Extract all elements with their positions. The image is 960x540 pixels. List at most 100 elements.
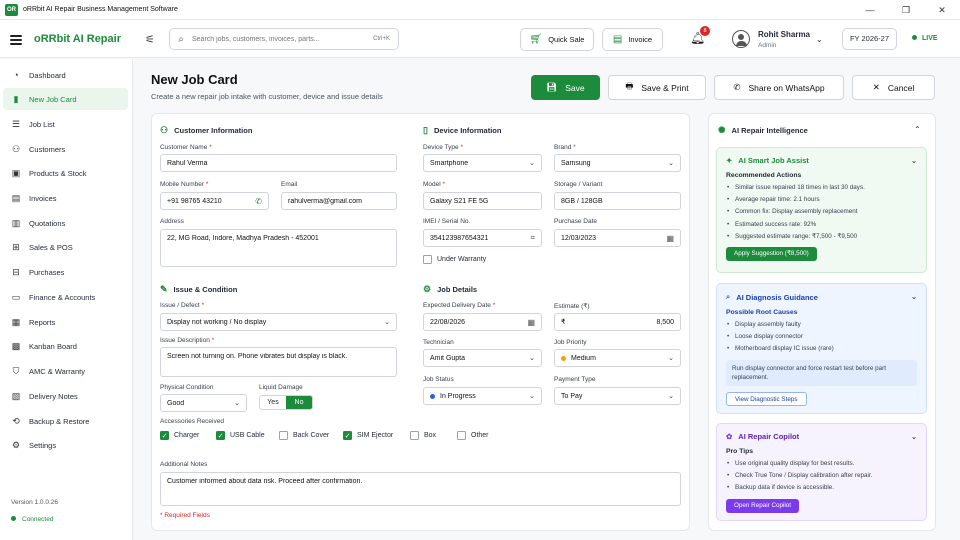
save-button[interactable]: 💾︎ Save <box>531 75 600 100</box>
sidebar-item-reports[interactable]: ▦ Reports <box>3 311 128 333</box>
chevron-down-icon: ⌄ <box>668 160 674 167</box>
chevron-up-icon[interactable]: ⌃ <box>914 125 921 134</box>
magnifier-icon: ⌕ <box>726 292 731 301</box>
technician-select[interactable]: Amit Gupta ⌄ <box>423 349 542 367</box>
mobile-field[interactable]: +91 98765 43210 ✆ <box>160 192 269 210</box>
notes-field[interactable]: Customer informed about data risk. Proce… <box>160 472 681 506</box>
liquid-damage-no[interactable]: No <box>286 396 312 409</box>
defect-select[interactable]: Display not working / No display ⌄ <box>160 313 397 331</box>
sidebar-item-dashboard[interactable]: ◔ Dashboard <box>3 64 128 86</box>
quick-sale-button[interactable]: 🛒︎ Quick Sale <box>520 28 594 51</box>
calendar-icon[interactable]: ▦ <box>666 234 674 243</box>
sidebar-item-products-stock[interactable]: ▣ Products & Stock <box>3 162 128 184</box>
storage-field[interactable]: 8GB / 128GB <box>554 192 681 210</box>
chevron-down-icon[interactable]: ⌄ <box>816 35 823 44</box>
sidebar-item-settings[interactable]: ⚙ Settings <box>3 434 128 456</box>
sidebar-item-kanban-board[interactable]: ▩ Kanban Board <box>3 335 128 357</box>
sidebar-item-invoices[interactable]: ▤ Invoices <box>3 187 128 209</box>
list-item: Motherboard display IC issue (rare) <box>726 343 917 355</box>
sidebar-item-amc-warranty[interactable]: ⛉ AMC & Warranty <box>3 360 128 382</box>
list-item: Loose display connector <box>726 331 917 343</box>
accessory-other[interactable]: Other <box>457 431 489 440</box>
search-bar[interactable]: ⌕ Ctrl+K <box>169 28 399 50</box>
sidebar-item-purchases[interactable]: ⊟ Purchases <box>3 261 128 283</box>
model-field[interactable]: Galaxy S21 FE 5G <box>423 192 542 210</box>
liquid-damage-toggle[interactable]: Yes No <box>259 395 313 410</box>
calendar-icon[interactable]: ▦ <box>527 318 535 327</box>
description-field[interactable]: Screen not turning on. Phone vibrates bu… <box>160 347 397 377</box>
share-whatsapp-button[interactable]: ✆ Share on WhatsApp <box>714 75 844 100</box>
accessory-charger[interactable]: ✓ Charger <box>160 431 199 440</box>
scan-icon[interactable]: ⌗ <box>530 233 535 243</box>
physical-condition-select[interactable]: Good ⌄ <box>160 394 247 412</box>
cancel-button[interactable]: ✕ Cancel <box>852 75 935 100</box>
maximize-button[interactable]: ❐ <box>888 0 924 20</box>
ai-smart-assist-card: ✦ AI Smart Job Assist ⌄ Recommended Action… <box>716 147 927 273</box>
under-warranty-checkbox[interactable]: Under Warranty <box>423 255 486 264</box>
list-icon: ☰ <box>11 118 21 129</box>
sidebar-item-quotations[interactable]: ▥ Quotations <box>3 212 128 234</box>
connection-status: Connected <box>11 516 53 523</box>
device-section-heading: ▯ Device Information <box>423 125 502 135</box>
accessory-usb-cable[interactable]: ✓ USB Cable <box>216 431 265 440</box>
backup-icon: ⟲ <box>12 415 20 426</box>
cart-icon: ⊞ <box>12 241 20 252</box>
chevron-down-icon: ⌄ <box>668 355 674 362</box>
filter-icon[interactable]: ⚟ <box>145 33 155 46</box>
page-subtitle: Create a new repair job intake with cust… <box>151 92 383 101</box>
search-input[interactable] <box>192 35 374 43</box>
sidebar-item-job-list[interactable]: ☰ Job List <box>3 113 128 135</box>
address-field[interactable]: 22, MG Road, Indore, Madhya Pradesh - 45… <box>160 229 397 267</box>
brand-select[interactable]: Samsung ⌄ <box>554 154 681 172</box>
payment-type-select[interactable]: To Pay ⌄ <box>554 387 681 405</box>
hamburger-menu-icon[interactable] <box>10 33 22 47</box>
device-type-select[interactable]: Smartphone ⌄ <box>423 154 542 172</box>
list-item: Common fix: Display assembly replacement <box>726 206 917 218</box>
close-window-button[interactable]: ✕ <box>924 0 960 20</box>
accessories-label: Accessories Received <box>160 418 224 425</box>
list-item: Average repair time: 2.1 hours <box>726 194 917 206</box>
minimize-button[interactable]: — <box>852 0 888 20</box>
clipboard-icon: ▮ <box>13 93 19 104</box>
delivery-date-field[interactable]: 22/08/2026 ▦ <box>423 313 542 331</box>
payment-type-label: Payment Type <box>554 376 596 383</box>
chevron-down-icon[interactable]: ⌄ <box>911 157 917 165</box>
sidebar-item-delivery-notes[interactable]: ▧ Delivery Notes <box>3 385 128 407</box>
sidebar-item-finance-accounts[interactable]: ▭ Finance & Accounts <box>3 286 128 308</box>
user-name[interactable]: Rohit Sharma <box>758 30 810 39</box>
receipt-icon: ▤ <box>11 192 21 203</box>
sidebar-item-new-job-card[interactable]: ▮ New Job Card <box>3 88 128 110</box>
description-label: Issue Description * <box>160 337 215 344</box>
estimate-label: Estimate (₹) <box>554 303 590 310</box>
whatsapp-icon: ✆ <box>733 82 741 92</box>
accessory-sim-ejector[interactable]: ✓ SIM Ejector <box>343 431 393 440</box>
ai-copilot-card: ✿AI Repair Copilot⌄ Pro Tips Use origina… <box>716 423 927 521</box>
customer-name-field[interactable]: Rahul Verma <box>160 154 397 172</box>
sidebar-item-customers[interactable]: ⚇ Customers <box>3 138 128 160</box>
sidebar-item-sales-pos[interactable]: ⊞ Sales & POS <box>3 236 128 258</box>
view-diagnostic-steps-button[interactable]: View Diagnostic Steps <box>726 391 807 406</box>
priority-select[interactable]: Medium ⌄ <box>554 349 681 367</box>
open-repair-copilot-button[interactable]: Open Repair Copilot <box>726 498 800 513</box>
liquid-damage-yes[interactable]: Yes <box>260 396 286 409</box>
sidebar-item-backup-restore[interactable]: ⟲ Backup & Restore <box>3 410 128 432</box>
search-shortcut: Ctrl+K <box>373 36 390 42</box>
fiscal-year-selector[interactable]: FY 2026-27 <box>842 28 897 50</box>
avatar[interactable] <box>732 30 750 48</box>
apply-suggestion-button[interactable]: Apply Suggestion (₹8,500) <box>726 247 817 262</box>
accessory-box[interactable]: Box <box>410 431 436 440</box>
imei-field[interactable]: 354123987654321 ⌗ <box>423 229 542 247</box>
estimate-field[interactable]: ₹8,500 <box>554 313 681 331</box>
invoice-button[interactable]: ▤ Invoice <box>602 28 663 51</box>
wallet-icon: ▭ <box>11 291 21 302</box>
accessory-back-cover[interactable]: Back Cover <box>279 431 329 440</box>
mobile-label: Mobile Number * <box>160 181 209 188</box>
purchase-date-field[interactable]: 12/03/2023 ▦ <box>554 229 681 247</box>
printer-icon: 🖶 <box>625 80 634 91</box>
chevron-down-icon[interactable]: ⌄ <box>911 433 917 441</box>
job-status-select[interactable]: In Progress ⌄ <box>423 387 542 405</box>
email-field[interactable]: rahulverma@gmail.com <box>281 192 397 210</box>
chevron-down-icon[interactable]: ⌄ <box>911 293 917 301</box>
save-print-button[interactable]: 🖶 Save & Print <box>608 75 706 100</box>
chevron-down-icon: ⌄ <box>234 400 240 407</box>
